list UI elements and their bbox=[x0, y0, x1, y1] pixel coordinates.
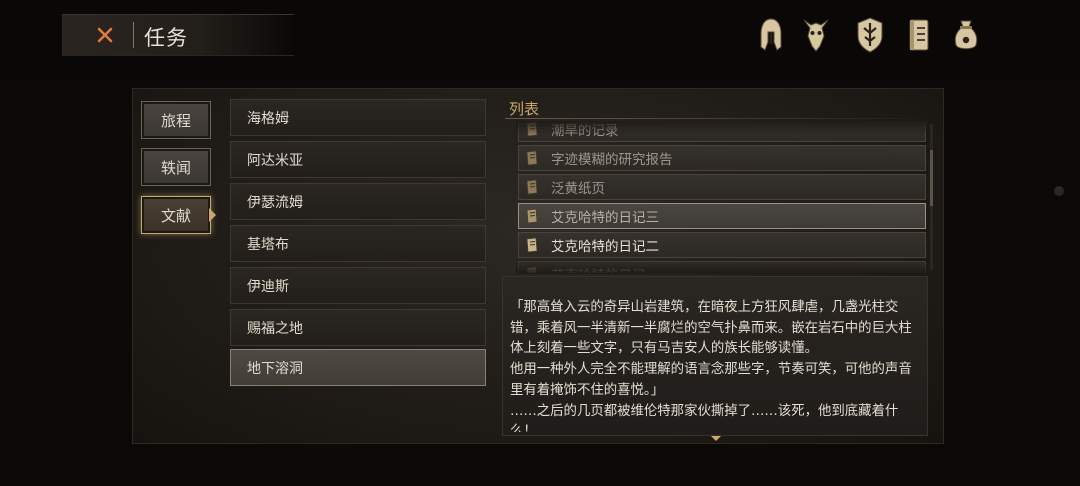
region-item-adamia[interactable]: 阿达米亚 bbox=[230, 141, 486, 178]
document-list-label: 列表 bbox=[509, 100, 540, 118]
region-item-idis[interactable]: 伊迪斯 bbox=[230, 267, 486, 304]
scroll-doc-icon bbox=[525, 237, 539, 253]
document-item[interactable]: 字迹模糊的研究报告 bbox=[518, 145, 926, 171]
category-tab-documents[interactable]: 文献 bbox=[141, 196, 211, 234]
page-title: 任务 bbox=[144, 26, 188, 50]
document-title: 艾克哈特的日记一 bbox=[551, 264, 659, 273]
region-item-kitab[interactable]: 基塔布 bbox=[230, 225, 486, 262]
scroll-down-indicator-icon[interactable] bbox=[711, 436, 721, 441]
category-tab-anecdotes[interactable]: 轶闻 bbox=[141, 148, 211, 186]
document-title: 字迹模糊的研究报告 bbox=[551, 152, 673, 168]
document-item-selected[interactable]: 艾克哈特的日记三 bbox=[518, 203, 926, 229]
document-list[interactable]: 潮旱的记录 字迹模糊的研究报告 泛黄纸页 艾克哈特的日记三 艾克哈特的日记二 艾… bbox=[516, 121, 928, 273]
scroll-doc-icon bbox=[525, 121, 539, 137]
document-title: 泛黄纸页 bbox=[551, 181, 605, 197]
title-divider bbox=[133, 22, 134, 48]
category-tab-journey[interactable]: 旅程 bbox=[141, 101, 211, 139]
screen-edge-dot bbox=[1054, 186, 1064, 196]
scrollbar-thumb[interactable] bbox=[930, 150, 933, 206]
document-list-scrollbar[interactable] bbox=[930, 124, 933, 270]
close-button[interactable] bbox=[88, 20, 122, 50]
beast-skull-icon[interactable] bbox=[800, 16, 832, 54]
scroll-doc-icon bbox=[525, 179, 539, 195]
list-divider bbox=[505, 118, 935, 119]
crest-shield-icon[interactable] bbox=[854, 16, 886, 54]
document-item[interactable]: 泛黄纸页 bbox=[518, 174, 926, 200]
scroll-doc-icon bbox=[525, 208, 539, 224]
journal-icon[interactable] bbox=[903, 16, 935, 54]
document-title: 艾克哈特的日记三 bbox=[551, 210, 659, 226]
close-x-icon bbox=[97, 27, 113, 43]
region-item-blessed-land[interactable]: 赐福之地 bbox=[230, 309, 486, 346]
active-tab-pointer bbox=[209, 208, 216, 222]
region-item-hagerm[interactable]: 海格姆 bbox=[230, 99, 486, 136]
scroll-doc-icon bbox=[525, 150, 539, 166]
document-title: 艾克哈特的日记二 bbox=[551, 239, 659, 255]
pouch-icon[interactable] bbox=[950, 16, 982, 54]
document-item[interactable]: 艾克哈特的日记二 bbox=[518, 232, 926, 258]
region-item-isserum[interactable]: 伊瑟流姆 bbox=[230, 183, 486, 220]
scroll-doc-icon bbox=[525, 266, 539, 273]
document-item[interactable]: 艾克哈特的日记一 bbox=[518, 261, 926, 273]
helmet-icon[interactable] bbox=[755, 16, 787, 54]
document-item[interactable]: 潮旱的记录 bbox=[518, 121, 926, 142]
document-body-text: 「那高耸入云的奇异山岩建筑，在暗夜上方狂风肆虐，几盏光柱交错，乘着风一半清新一半… bbox=[510, 300, 912, 432]
document-title: 潮旱的记录 bbox=[551, 123, 619, 139]
region-item-underground-cavern[interactable]: 地下溶洞 bbox=[230, 349, 486, 386]
